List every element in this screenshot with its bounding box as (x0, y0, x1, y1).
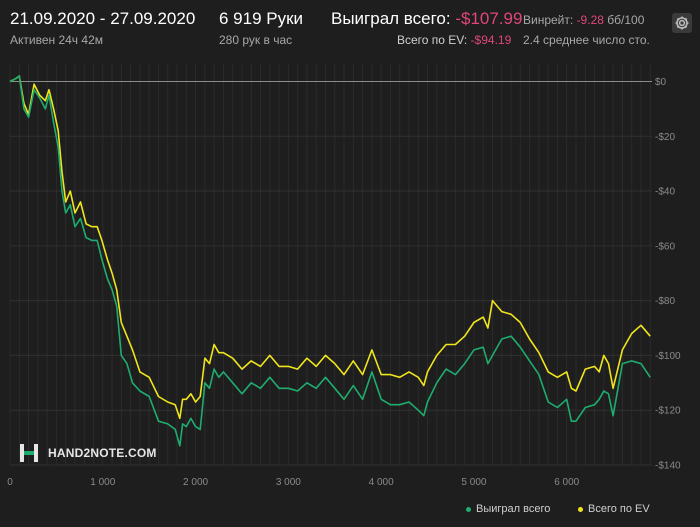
x-tick-label: 2 000 (183, 477, 208, 488)
y-tick-label: -$120 (655, 406, 681, 417)
x-tick-label: 0 (7, 477, 13, 488)
y-tick-label: -$40 (655, 187, 675, 198)
series-line-won (9, 75, 651, 447)
hand2note-logo-icon (20, 444, 38, 462)
hand2note-logo: HAND2NOTE.COM (18, 442, 157, 464)
x-tick-label: 3 000 (276, 477, 301, 488)
legend-ev-marker (578, 506, 583, 512)
x-tick-label: 1 000 (90, 477, 115, 488)
x-tick-label: 4 000 (369, 477, 394, 488)
x-tick-label: 6 000 (554, 477, 579, 488)
y-tick-label: -$140 (655, 461, 681, 472)
y-tick-label: $0 (655, 77, 667, 88)
y-tick-label: -$100 (655, 351, 681, 362)
legend-won-marker (466, 506, 471, 512)
series-line-ev (9, 75, 651, 420)
x-tick-label: 5 000 (461, 477, 486, 488)
legend-item-ev[interactable]: Всего по EV (578, 503, 650, 515)
legend-ev-label: Всего по EV (588, 503, 650, 515)
y-tick-label: -$80 (655, 296, 675, 307)
legend-item-won[interactable]: Выиграл всего (466, 503, 550, 515)
y-tick-label: -$60 (655, 241, 675, 252)
logo-text: HAND2NOTE.COM (48, 446, 157, 460)
y-tick-label: -$20 (655, 132, 675, 143)
legend-won-label: Выиграл всего (476, 503, 551, 515)
